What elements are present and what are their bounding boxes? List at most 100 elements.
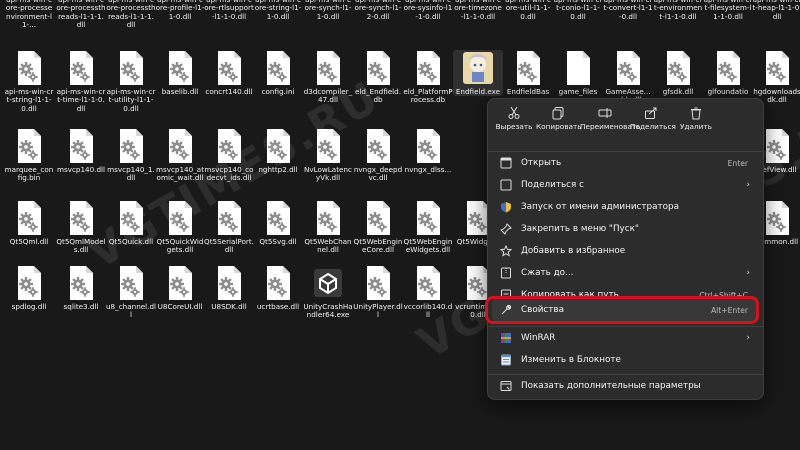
settings-file-icon (165, 200, 195, 236)
file-item[interactable]: Qt5QmlModels.dll (56, 200, 106, 255)
file-name: UnityCrashHandler64.exe (303, 302, 353, 320)
file-item[interactable]: api-ms-win-core-profile-l1-1-0.dll (155, 0, 205, 21)
file-item[interactable]: Qt5QuickWidgets.dll (155, 200, 205, 255)
cut-button[interactable]: Вырезать (492, 103, 536, 149)
file-item[interactable]: marquee_config.bin (4, 128, 54, 183)
file-item[interactable]: nghttp2.dll (253, 128, 303, 174)
file-item[interactable]: Endfield.exe (453, 50, 503, 97)
file-name: api-ms-win-crt-utility-l1-1-0.dll (106, 87, 156, 113)
file-item[interactable]: NvLowLatencyVk.dll (303, 128, 353, 183)
file-item[interactable]: msvcp140_atomic_wait.dll (155, 128, 205, 183)
menu-item-compress[interactable]: Сжать до... › (492, 262, 758, 284)
file-item[interactable]: api-ms-win-core-string-l1-1-0.dll (253, 0, 303, 21)
file-item[interactable]: api-ms-win-core-timezone-l1-1-0.dll (453, 0, 503, 21)
file-item[interactable]: vccorlib140.dll (403, 265, 453, 320)
file-item[interactable]: api-ms-win-core-rtlsupport-l1-1-0.dll (204, 0, 254, 21)
file-item[interactable]: U8SDK.dll (204, 265, 254, 311)
file-item[interactable]: sqlite3.dll (56, 265, 106, 311)
file-item[interactable]: api-ms-win-crt-convert-l1-1-0.dll (603, 0, 653, 21)
file-item[interactable]: api-ms-win-core-synch-l1-1-0.dll (303, 0, 353, 21)
settings-file-icon (214, 200, 244, 236)
settings-file-icon (762, 128, 792, 164)
file-item[interactable]: api-ms-win-crt-conio-l1-1-0.dll (553, 0, 603, 21)
file-item[interactable]: Qt5WebChannel.dll (303, 200, 353, 255)
file-item[interactable]: UnityCrashHandler64.exe (303, 265, 353, 320)
menu-item-pin-start[interactable]: Закрепить в меню "Пуск" (492, 218, 758, 240)
file-item[interactable]: game_files (553, 50, 603, 96)
file-item[interactable]: api-ms-win-crt-time-l1-1-0.dll (56, 50, 106, 113)
file-item[interactable]: api-ms-win-crt-string-l1-1-0.dll (4, 50, 54, 113)
file-item[interactable]: concrt140.dll (204, 50, 254, 96)
file-item[interactable]: msvcp140_1.dll (106, 128, 156, 183)
file-item[interactable]: nvngx_deepdvc.dll (353, 128, 403, 183)
file-item[interactable]: api-ms-win-core-processthreads-l1-1-1.dl… (106, 0, 156, 30)
settings-file-icon (313, 200, 343, 236)
file-item[interactable]: nvngx_dlss... (403, 128, 453, 174)
copy-button[interactable]: Копировать (536, 103, 582, 149)
settings-file-icon (613, 50, 643, 86)
menu-item-more-options[interactable]: Показать дополнительные параметры (492, 375, 758, 397)
menu-item-share-with[interactable]: Поделиться с › (492, 174, 758, 196)
scissors-icon (492, 103, 536, 123)
trash-icon (672, 103, 720, 123)
file-item[interactable]: msvcp140_codecvt_ids.dll (204, 128, 254, 183)
file-item[interactable]: eld_PlatformProcess.db (403, 50, 453, 105)
file-item[interactable]: api-ms-win-core-synch-l1-2-0.dll (353, 0, 403, 21)
settings-file-icon (762, 200, 792, 236)
file-item[interactable]: GameAsse...mbly.dll (603, 50, 653, 105)
file-name: api-ms-win-crt-string-l1-1-0.dll (4, 87, 54, 113)
file-item[interactable]: api-ms-win-crt-environment-l1-1-0.dll (653, 0, 703, 21)
file-item[interactable]: msvcp140.dll (56, 128, 106, 174)
menu-item-run-as-admin[interactable]: Запуск от имени администратора (492, 196, 758, 218)
menu-item-edit-notepad[interactable]: Изменить в Блокноте (492, 349, 758, 371)
file-item[interactable]: api-ms-win-core-sysinfo-l1-1-0.dll (403, 0, 453, 21)
settings-file-icon (363, 200, 393, 236)
file-item[interactable]: eld_Endfield.db (353, 50, 403, 105)
file-name: api-ms-win-core-processenvironment-l1-..… (5, 0, 53, 30)
file-item[interactable]: api-ms-win-core-processthreads-l1-1-1.dl… (56, 0, 106, 30)
file-item[interactable]: api-ms-win-core-processenvironment-l1-..… (4, 0, 54, 30)
file-item[interactable]: d3dcompiler_47.dll (303, 50, 353, 105)
settings-file-icon (313, 50, 343, 86)
menu-item-winrar[interactable]: WinRAR › (492, 327, 758, 349)
file-name: api-ms-win-crt-time-l1-1-0.dll (56, 87, 106, 113)
file-item[interactable]: hgdownloadsdk.dll (752, 50, 800, 105)
menu-item-add-favorite[interactable]: Добавить в избранное (492, 240, 758, 262)
file-item[interactable]: api-ms-win-crt-filesystem-l1-1-0.dll (703, 0, 753, 21)
file-item[interactable]: spdlog.dll (4, 265, 54, 311)
share-button[interactable]: Поделиться (630, 103, 676, 149)
winrar-icon (494, 332, 518, 344)
file-item[interactable]: U8CoreUI.dll (155, 265, 205, 311)
file-item[interactable]: Qt5WebEngineWidgets.dll (403, 200, 453, 255)
rename-button[interactable]: Переименовать (580, 103, 640, 149)
file-item[interactable]: Qt5Svg.dll (253, 200, 303, 246)
file-item[interactable]: Qt5Qml.dll (4, 200, 54, 246)
file-name: marquee_config.bin (4, 165, 54, 183)
file-name: msvcp140_codecvt_ids.dll (204, 165, 254, 183)
rename-icon (580, 103, 630, 123)
file-item[interactable]: EndfieldBase... (503, 50, 553, 105)
delete-button[interactable]: Удалить (672, 103, 720, 149)
shield-icon (494, 201, 518, 213)
file-item[interactable]: Qt5Quick.dll (106, 200, 156, 246)
file-item[interactable]: UnityPlayer.dll (353, 265, 403, 320)
file-name: NvLowLatencyVk.dll (304, 165, 352, 183)
file-item[interactable]: glfoundation... (703, 50, 753, 105)
file-item[interactable]: Qt5SerialPort.dll (204, 200, 254, 255)
file-name: api-ms-win-core-sysinfo-l1-1-0.dll (403, 0, 453, 21)
file-item[interactable]: u8_channel.dll (106, 265, 156, 320)
settings-file-icon (214, 128, 244, 164)
settings-file-icon (66, 200, 96, 236)
share-icon (630, 103, 672, 123)
file-item[interactable]: Qt5WebEngineCore.dll (353, 200, 403, 255)
file-item[interactable]: api-ms-win-core-util-l1-1-0.dll (503, 0, 553, 21)
file-item[interactable]: api-ms-win-crt-heap-l1-1-0.dll (752, 0, 800, 21)
menu-item-label: WinRAR (521, 333, 556, 343)
file-item[interactable]: config.ini (253, 50, 303, 96)
file-name: api-ms-win-core-timezone-l1-1-0.dll (454, 0, 502, 21)
file-item[interactable]: baselib.dll (155, 50, 205, 96)
file-item[interactable]: gfsdk.dll (653, 50, 703, 96)
file-item[interactable]: ucrtbase.dll (253, 265, 303, 311)
file-item[interactable]: api-ms-win-crt-utility-l1-1-0.dll (106, 50, 156, 113)
menu-item-open[interactable]: Открыть Enter (492, 152, 758, 174)
